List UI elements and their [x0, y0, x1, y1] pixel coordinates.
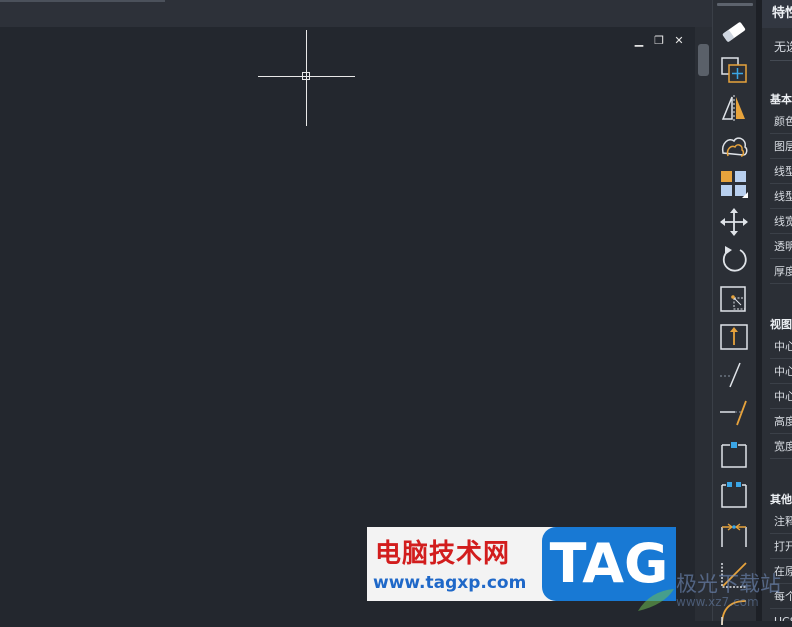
property-row[interactable]: 高度	[770, 410, 792, 434]
vertical-scrollbar[interactable]	[695, 27, 712, 621]
watermark-title: 电脑技术网	[375, 539, 511, 569]
secondary-watermark-url: www.xz7.com	[676, 595, 759, 609]
copy-icon[interactable]	[719, 55, 749, 85]
property-row[interactable]: 中心	[770, 360, 792, 384]
secondary-watermark: 极光下载站 www.xz7.com	[636, 565, 786, 615]
tab-strip[interactable]	[0, 0, 165, 2]
section-misc[interactable]: 其他	[770, 491, 792, 507]
stretch-icon[interactable]	[719, 321, 749, 351]
property-row[interactable]: 宽度	[770, 435, 792, 459]
crosshair-pickbox	[302, 72, 310, 80]
property-row[interactable]: 注释	[770, 510, 792, 534]
selection-dropdown[interactable]: 无选	[770, 35, 792, 59]
property-row[interactable]: 中心	[770, 335, 792, 359]
top-bar	[0, 0, 712, 27]
erase-icon[interactable]	[719, 17, 749, 47]
properties-title: 特性	[762, 0, 792, 28]
selection-divider	[770, 60, 792, 61]
array-icon[interactable]	[719, 169, 749, 199]
leaf-logo-icon	[638, 589, 674, 611]
property-row[interactable]: 线宽	[770, 210, 792, 234]
property-row[interactable]: 线型	[770, 160, 792, 184]
property-row[interactable]: 颜色	[770, 110, 792, 134]
minimize-icon[interactable]: ▁	[633, 34, 645, 48]
secondary-watermark-text: 极光下载站	[676, 572, 781, 596]
move-icon[interactable]	[719, 207, 749, 237]
scale-icon[interactable]	[719, 283, 749, 313]
section-general[interactable]: 基本	[770, 91, 792, 107]
extend-icon[interactable]	[719, 397, 749, 427]
property-row[interactable]: 中心	[770, 385, 792, 409]
property-row[interactable]: 图层	[770, 135, 792, 159]
mirror-icon[interactable]	[719, 93, 749, 123]
watermark-banner: 电脑技术网 www.tagxp.com TAG	[367, 527, 676, 601]
scrollbar-thumb[interactable]	[698, 44, 709, 76]
watermark-url: www.tagxp.com	[373, 573, 527, 593]
toolbar-grip[interactable]	[717, 3, 753, 6]
property-row[interactable]: 厚度	[770, 260, 792, 284]
properties-panel: 特性 无选 基本 颜色 图层 线型 线型 线宽 透明 厚度 视图 中心 中心 中…	[762, 0, 792, 621]
trim-icon[interactable]	[719, 359, 749, 389]
section-view[interactable]: 视图	[770, 316, 792, 332]
break-at-point-icon[interactable]	[719, 439, 749, 469]
close-icon[interactable]: ✕	[673, 34, 685, 48]
property-row[interactable]: 透明	[770, 235, 792, 259]
property-row[interactable]: 线型	[770, 185, 792, 209]
break-icon[interactable]	[719, 479, 749, 509]
restore-icon[interactable]: ❐	[653, 34, 665, 48]
modify-toolbar	[712, 0, 756, 626]
rotate-icon[interactable]	[719, 245, 749, 275]
offset-icon[interactable]	[719, 131, 749, 161]
property-row[interactable]: 打开	[770, 535, 792, 559]
join-icon[interactable]	[719, 519, 749, 549]
